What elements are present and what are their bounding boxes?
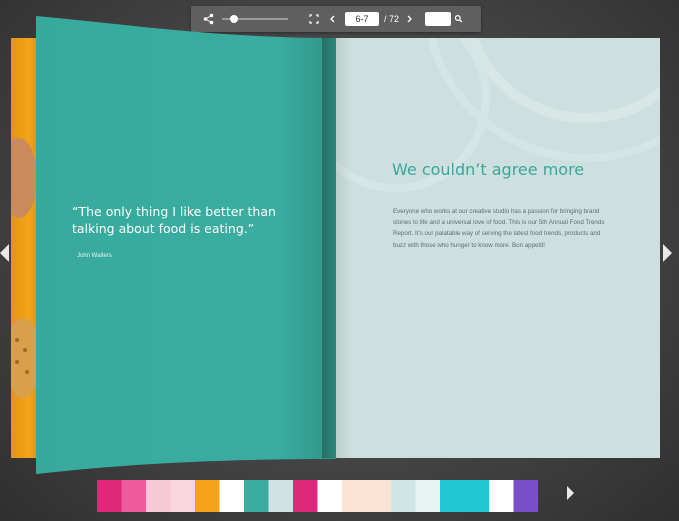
total-pages-label: / 72	[384, 14, 400, 24]
chevron-left-icon[interactable]	[329, 6, 336, 32]
thumbnail-strip	[97, 480, 565, 512]
page-fold-shadow	[322, 38, 352, 458]
search-input[interactable]	[425, 12, 451, 26]
thumb-2[interactable]	[146, 480, 195, 512]
chevron-right-icon[interactable]	[406, 6, 413, 32]
page-number-input[interactable]: 6-7	[345, 12, 379, 26]
pull-quote: “The only thing I like better than talki…	[72, 204, 276, 236]
thumbnails-next-arrow-icon[interactable]	[567, 486, 574, 500]
previous-page-arrow-icon[interactable]	[0, 244, 9, 262]
page-body-text: Everyone who works at our creative studi…	[393, 208, 605, 249]
food-image	[11, 138, 37, 218]
thumb-5[interactable]	[293, 480, 342, 512]
thumb-3[interactable]	[195, 480, 244, 512]
quote-author: John Walters	[77, 253, 112, 259]
thumb-7[interactable]	[391, 480, 440, 512]
page-heading: We couldn’t agree more	[392, 160, 585, 179]
thumb-6[interactable]	[342, 480, 391, 512]
fullscreen-icon[interactable]	[309, 6, 319, 32]
search-icon[interactable]	[454, 6, 463, 32]
left-page-turning[interactable]	[36, 16, 336, 474]
next-page-arrow-icon[interactable]	[663, 244, 672, 262]
thumb-9[interactable]	[489, 480, 538, 512]
zoom-slider-handle[interactable]	[230, 15, 238, 23]
thumb-8[interactable]	[440, 480, 489, 512]
thumb-4[interactable]	[244, 480, 293, 512]
share-icon[interactable]	[203, 6, 214, 32]
thumb-1[interactable]	[97, 480, 146, 512]
